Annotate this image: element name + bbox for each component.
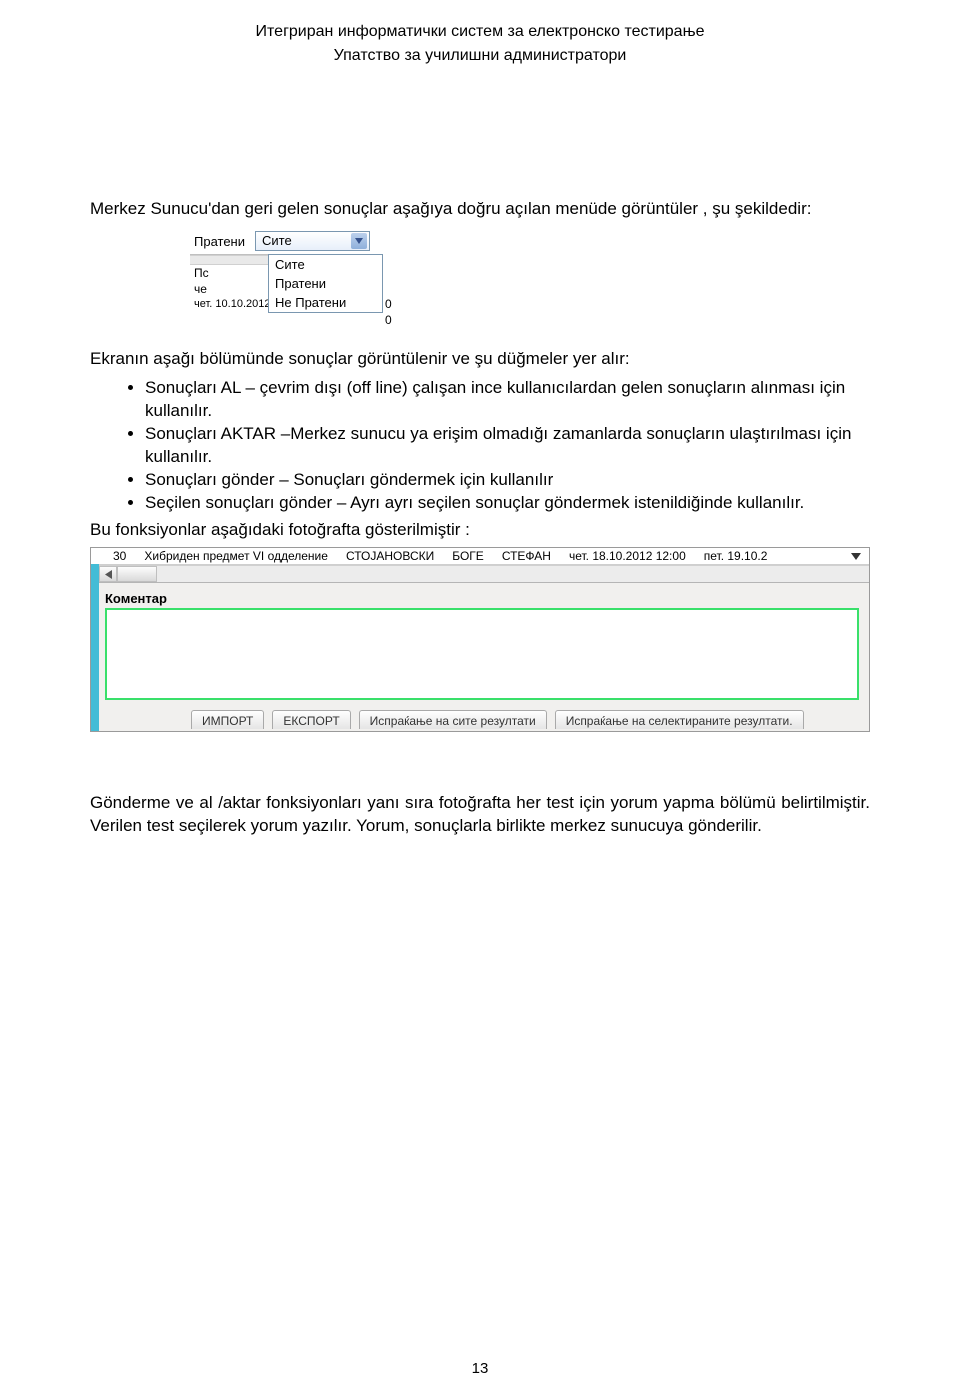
export-button[interactable]: ЕКСПОРТ (272, 710, 350, 729)
results-panel-screenshot: 30 Хибриден предмет VI одделение СТОЈАНО… (90, 547, 870, 732)
chevron-down-icon (351, 233, 367, 249)
paragraph-2: Ekranın aşağı bölümünde sonuçlar görüntü… (90, 348, 870, 371)
row-expand-icon[interactable] (851, 553, 861, 560)
import-button[interactable]: ИМПОРТ (191, 710, 264, 729)
clipped-left-column: Пс че чет. 10.10.2012 12.0 (190, 254, 268, 311)
paragraph-1: Merkez Sunucu'dan geri gelen sonuçlar aş… (90, 198, 870, 221)
bullet-item: Seçilen sonuçları gönder – Ayrı ayrı seç… (145, 492, 870, 515)
dropdown-screenshot: Пратени Сите Пс че чет. 10.10.2012 12.0 … (190, 231, 490, 328)
paragraph-3: Bu fonksiyonlar aşağıdaki fotoğrafta gös… (90, 519, 870, 542)
table-row[interactable]: 30 Хибриден предмет VI одделение СТОЈАНО… (91, 548, 869, 565)
comment-label: Коментар (105, 591, 869, 606)
dropdown-selected-value: Сите (262, 234, 292, 247)
header-line-1: Итегриран информатички систем за електро… (90, 20, 870, 44)
row-firstname: БОГЕ (452, 549, 484, 563)
dropdown-option[interactable]: Пратени (269, 274, 382, 293)
doc-header: Итегриран информатички систем за електро… (90, 20, 870, 68)
row-lastname: СТОЈАНОВСКИ (346, 549, 434, 563)
dropdown-option[interactable]: Сите (269, 255, 382, 274)
row-id: 30 (113, 549, 126, 563)
row-middlename: СТЕФАН (502, 549, 551, 563)
bullet-list: Sonuçları AL – çevrim dışı (off line) ça… (90, 377, 870, 515)
bullet-item: Sonuçları gönder – Sonuçları göndermek i… (145, 469, 870, 492)
button-row: ИМПОРТ ЕКСПОРТ Испраќање на сите резулта… (91, 710, 869, 731)
comment-textarea[interactable] (105, 608, 859, 700)
dropdown-option[interactable]: Не Пратени (269, 293, 382, 312)
page-number: 13 (0, 1360, 960, 1377)
paragraph-4: Gönderme ve al /aktar fonksiyonları yanı… (90, 792, 870, 838)
scroll-thumb[interactable] (117, 566, 157, 582)
scroll-track[interactable] (157, 566, 869, 582)
send-selected-results-button[interactable]: Испраќање на селектираните резултати. (555, 710, 804, 729)
send-all-results-button[interactable]: Испраќање на сите резултати (359, 710, 547, 729)
dropdown-combo[interactable]: Сите (255, 231, 370, 251)
clipped-right-column: 0 0 (383, 254, 394, 328)
scroll-left-icon[interactable] (99, 566, 117, 582)
bullet-item: Sonuçları AL – çevrim dışı (off line) ça… (145, 377, 870, 423)
header-line-2: Упатство за училишни администратори (90, 44, 870, 68)
accent-stripe (91, 564, 99, 731)
horizontal-scrollbar[interactable] (99, 565, 869, 583)
row-subject: Хибриден предмет VI одделение (144, 549, 328, 563)
row-date1: чет. 18.10.2012 12:00 (569, 549, 686, 563)
dropdown-label: Пратени (190, 231, 249, 252)
bullet-item: Sonuçları AKTAR –Merkez sunucu ya erişim… (145, 423, 870, 469)
dropdown-options-list[interactable]: Сите Пратени Не Пратени (268, 254, 383, 313)
row-date2: пет. 19.10.2 (704, 549, 768, 563)
